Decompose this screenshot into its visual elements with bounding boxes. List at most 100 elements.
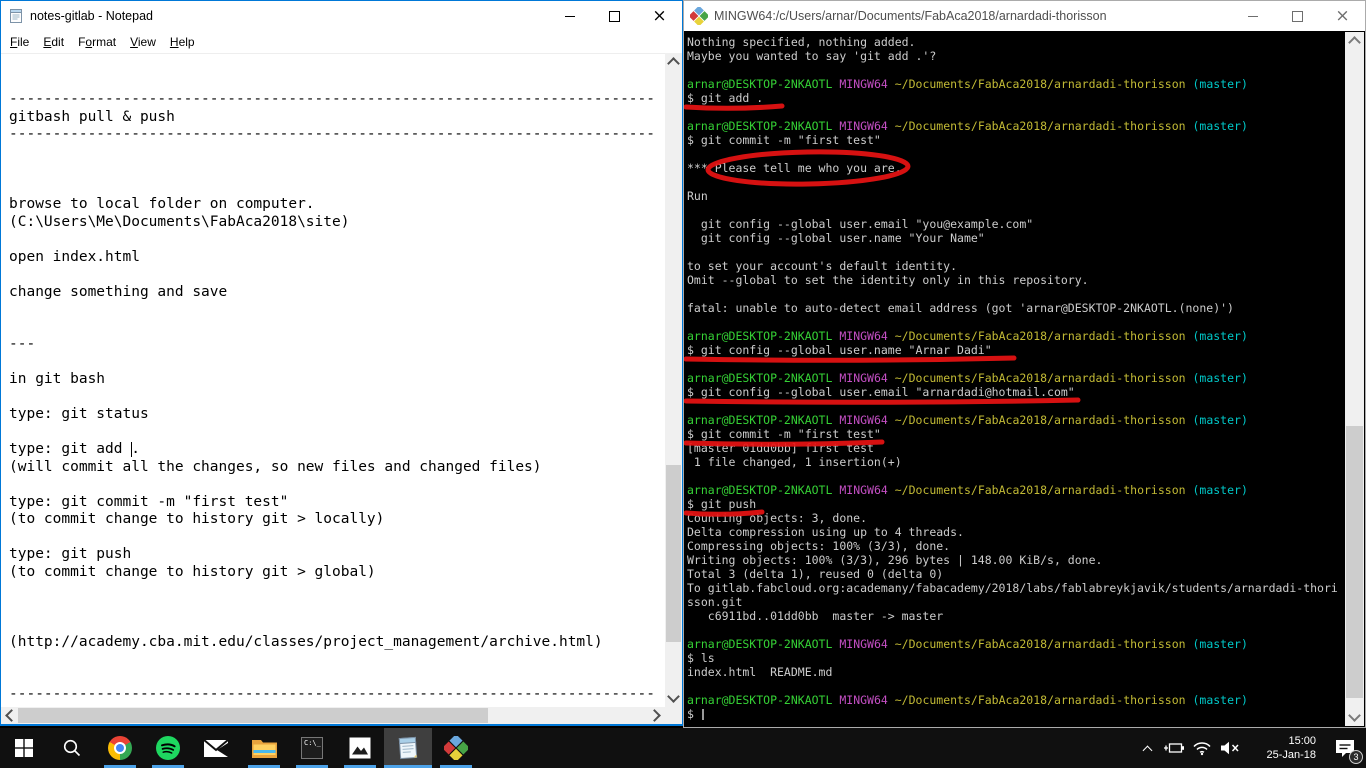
notepad-text-line: (to commit change to history git > local…: [9, 511, 385, 527]
horizontal-scroll-thumb[interactable]: [18, 708, 488, 723]
notepad-text-line: [9, 651, 665, 669]
menu-edit[interactable]: Edit: [36, 32, 71, 52]
tray-time: 15:00: [1288, 735, 1316, 747]
notepad-text-line: [9, 599, 665, 617]
terminal-output-line: Maybe you wanted to say 'git add .'?: [687, 49, 937, 63]
notepad-text-line: type: git add .: [9, 441, 140, 457]
scroll-up-button[interactable]: [1345, 32, 1364, 49]
hidden-icons-button[interactable]: [1134, 728, 1160, 768]
notepad-titlebar[interactable]: notes-gitlab - Notepad ×: [1, 1, 682, 31]
notepad-text-line: (will commit all the changes, so new fil…: [9, 458, 542, 475]
taskbar-item-search[interactable]: [48, 728, 96, 768]
taskbar-item-notepad[interactable]: [384, 728, 432, 768]
chevron-up-icon: [667, 57, 680, 70]
terminal-output-area[interactable]: Nothing specified, nothing added. Maybe y…: [684, 31, 1344, 727]
notification-count-badge: 3: [1349, 750, 1363, 764]
scroll-left-button[interactable]: [1, 707, 18, 724]
terminal-cursor: [701, 709, 704, 720]
battery-status-button[interactable]: [1160, 728, 1188, 768]
speaker-muted-icon: [1220, 741, 1239, 755]
menu-file[interactable]: File: [3, 32, 36, 52]
chevron-right-icon: [648, 709, 661, 722]
taskbar-item-git-bash[interactable]: [432, 728, 480, 768]
scrollbar-corner: [665, 707, 682, 724]
vertical-scroll-thumb[interactable]: [666, 465, 681, 642]
wifi-icon: [1193, 742, 1211, 756]
git-bash-icon: [444, 736, 468, 760]
terminal-output-line: Nothing specified, nothing added.: [687, 35, 916, 49]
terminal-titlebar[interactable]: MINGW64:/c/Users/arnar/Documents/FabAca2…: [684, 1, 1365, 31]
notepad-text-area[interactable]: ----------------------------------------…: [1, 53, 665, 707]
git-bash-terminal-window: MINGW64:/c/Users/arnar/Documents/FabAca2…: [683, 0, 1366, 728]
notepad-window: notes-gitlab - Notepad × File Edit Format V…: [0, 0, 683, 726]
chevron-up-icon: [1142, 745, 1152, 755]
notepad-text-line: [9, 161, 665, 179]
terminal-close-button[interactable]: ×: [1320, 1, 1365, 31]
clock-button[interactable]: 15:00 25-Jan-18: [1244, 728, 1324, 768]
notepad-close-button[interactable]: ×: [637, 1, 682, 31]
battery-charging-icon: [1164, 743, 1184, 753]
close-icon: ×: [1335, 5, 1350, 26]
taskbar-item-spotify[interactable]: [144, 728, 192, 768]
notepad-menubar: File Edit Format View Help: [1, 31, 682, 53]
chevron-up-icon: [1348, 36, 1361, 49]
scroll-up-button[interactable]: [665, 53, 682, 70]
menu-format[interactable]: Format: [71, 32, 123, 52]
scroll-right-button[interactable]: [648, 707, 665, 724]
terminal-output-line: to set your account's default identity.: [687, 259, 958, 273]
notepad-text-line: in git bash: [9, 371, 106, 387]
menu-help[interactable]: Help: [163, 32, 202, 52]
taskbar-item-file-explorer[interactable]: [240, 728, 288, 768]
terminal-minimize-button[interactable]: [1230, 1, 1275, 31]
terminal-output-line: $ git commit -m "first test": [687, 133, 881, 147]
terminal-output-line: Writing objects: 100% (3/3), 296 bytes |…: [687, 553, 1103, 567]
notepad-text-line: [9, 529, 665, 547]
notepad-text-line: [9, 144, 665, 162]
scroll-down-button[interactable]: [1345, 709, 1364, 726]
terminal-output-line: $: [687, 707, 1344, 721]
notepad-horizontal-scrollbar[interactable]: [1, 707, 665, 724]
terminal-output-line: $ git add .: [687, 91, 764, 105]
terminal-scroll-thumb[interactable]: [1346, 426, 1363, 698]
taskbar-item-photos[interactable]: [336, 728, 384, 768]
notepad-text-line: [9, 56, 665, 74]
notepad-vertical-scrollbar[interactable]: [665, 53, 682, 707]
notepad-minimize-button[interactable]: [547, 1, 592, 31]
menu-view[interactable]: View: [123, 32, 163, 52]
taskbar-item-chrome[interactable]: [96, 728, 144, 768]
terminal-prompt-line: arnar@DESKTOP-2NKAOTL MINGW64 ~/Document…: [687, 693, 1248, 707]
taskbar-item-start[interactable]: [0, 728, 48, 768]
terminal-output-line: 1 file changed, 1 insertion(+): [687, 455, 902, 469]
notepad-text-line: [9, 231, 665, 249]
notepad-text-line: [9, 266, 665, 284]
notepad-text-line: browse to local folder on computer.: [9, 196, 315, 212]
notepad-text-line: [9, 74, 665, 92]
chevron-down-icon: [667, 690, 680, 703]
scroll-down-button[interactable]: [665, 690, 682, 707]
notepad-maximize-button[interactable]: [592, 1, 637, 31]
notepad-text-line: type: git status: [9, 406, 149, 422]
terminal-output-line: c6911bd..01dd0bb master -> master: [687, 609, 944, 623]
taskbar-item-mail[interactable]: [192, 728, 240, 768]
terminal-maximize-button[interactable]: [1275, 1, 1320, 31]
taskbar-item-command-prompt[interactable]: C:\_: [288, 728, 336, 768]
volume-muted-button[interactable]: [1216, 728, 1244, 768]
notepad-text-line: ---: [9, 336, 36, 352]
terminal-output-line: git config --global user.name "Your Name…: [687, 231, 985, 245]
action-center-button[interactable]: 3: [1324, 728, 1366, 768]
terminal-prompt-line: arnar@DESKTOP-2NKAOTL MINGW64 ~/Document…: [687, 77, 1248, 91]
windows-start-icon: [15, 739, 33, 757]
terminal-scrollbar[interactable]: [1345, 32, 1364, 726]
chevron-left-icon: [5, 709, 18, 722]
wifi-status-button[interactable]: [1188, 728, 1216, 768]
terminal-prompt-line: arnar@DESKTOP-2NKAOTL MINGW64 ~/Document…: [687, 329, 1248, 343]
notepad-text-line: [9, 179, 665, 197]
